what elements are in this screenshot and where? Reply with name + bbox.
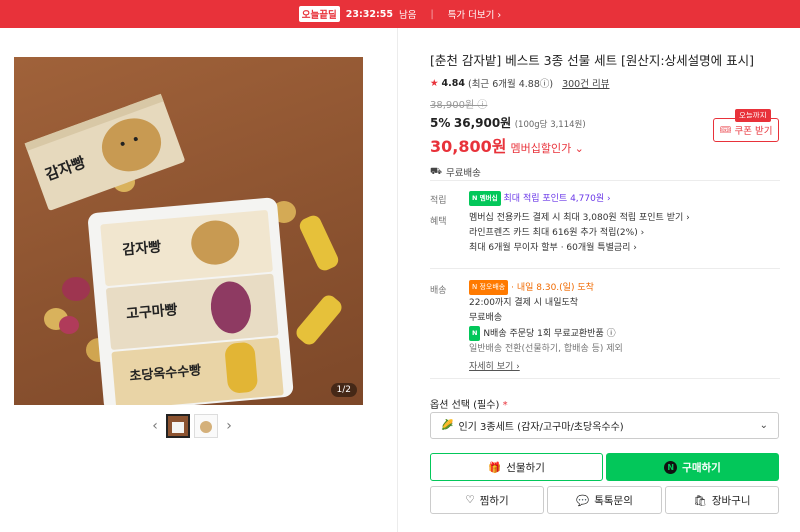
product-title: [춘천 감자밭] 베스트 3종 선물 세트 [원산지:상세설명에 표시] <box>430 53 754 68</box>
chevron-down-icon: ⌄ <box>759 420 768 431</box>
wishlist-label: 찜하기 <box>479 494 509 507</box>
chevron-right-icon[interactable]: › <box>222 418 236 434</box>
unit-price: (100g당 3,114원) <box>514 120 586 130</box>
discount-rate: 5% <box>430 116 451 130</box>
product-main-image[interactable]: 감자빵 감자빵 고구마빵 초당옥수수빵 1/2 <box>14 57 363 405</box>
gift-button[interactable]: 🎁 선물하기 <box>430 453 603 481</box>
talktalk-label: 톡톡문의 <box>594 494 633 507</box>
benefits-label: 혜택 <box>430 217 447 227</box>
delivery-label: 배송 <box>430 286 447 296</box>
truck-icon: ⛟ <box>430 166 442 177</box>
thumbnail-2-image <box>195 415 217 437</box>
thumbnail-2[interactable] <box>194 414 218 438</box>
section-divider <box>430 268 780 269</box>
deal-timer: 23:32:55 <box>345 8 393 20</box>
banner-separator: | <box>430 8 434 20</box>
member-price: 30,800원 <box>430 137 507 156</box>
option-select[interactable]: 🌽 인기 3종세트 (감자/고구마/초당옥수수) ⌄ <box>430 412 779 439</box>
thumbnail-strip: ‹ › <box>148 414 236 438</box>
chevron-left-icon[interactable]: ‹ <box>148 418 162 434</box>
member-price-label[interactable]: 멤버십할인가 ⌄ <box>510 140 583 156</box>
rating-recent: (최근 6개월 4.88ⓘ) <box>467 79 554 90</box>
section-divider <box>430 378 780 379</box>
ticket-icon: 🎟 <box>719 124 732 136</box>
buy-label: 구매하기 <box>682 461 721 474</box>
chat-icon: 💬 <box>576 494 590 507</box>
return-note: N배송 주문당 1회 무료교환반품 ⓘ <box>483 329 616 339</box>
noon-delivery-badge: N 정오배송 <box>469 280 509 295</box>
sale-price: 36,900원 <box>453 116 512 130</box>
gift-label: 선물하기 <box>506 461 545 474</box>
deal-label: 오늘끝딜 <box>298 6 340 22</box>
cart-label: 장바구니 <box>711 494 751 507</box>
arrival-date: · 내일 8.30.(일) 도착 <box>511 283 594 293</box>
thumbnail-1-image <box>168 416 188 436</box>
deal-more-link[interactable]: 특가 더보기 › <box>448 7 502 21</box>
npay-logo-icon: N <box>664 460 678 474</box>
benefits-list: 멤버십 전용카드 결제 시 최대 3,080원 적립 포인트 받기 › 라인프렌… <box>469 211 690 256</box>
box-label-potato: 감자빵 <box>122 238 162 258</box>
image-pager: 1/2 <box>330 383 357 397</box>
coupon-button[interactable]: 🎟 쿠폰 받기 <box>713 118 779 142</box>
column-divider <box>397 28 398 532</box>
delivery-cutoff: 22:00까지 결제 시 내일도착 <box>469 298 579 308</box>
review-link[interactable]: 300건 리뷰 <box>562 76 609 90</box>
option-selected-value: 인기 3종세트 (감자/고구마/초당옥수수) <box>458 422 624 433</box>
cart-icon: 🛍 <box>693 494 707 507</box>
free-shipping-text: 무료배송 <box>445 168 481 179</box>
rating-score: 4.84 <box>441 77 465 89</box>
gift-icon: 🎁 <box>488 461 502 474</box>
npay-membership-badge: N 멤버십 <box>469 191 501 206</box>
section-divider <box>430 180 780 181</box>
original-price: 38,900원 ⓘ <box>430 100 488 111</box>
talktalk-button[interactable]: 💬 톡톡문의 <box>547 486 662 514</box>
heart-icon: ♡ <box>465 494 475 506</box>
deal-timer-suffix: 남음 <box>399 10 417 21</box>
max-points-text: 최대 적립 포인트 4,770원 › <box>503 194 611 204</box>
points-label: 적립 <box>430 196 447 206</box>
benefit-item[interactable]: 라인프렌즈 카드 최대 616원 추가 적립(2%) › <box>469 226 690 241</box>
product-illustration: 감자빵 감자빵 고구마빵 초당옥수수빵 <box>24 93 342 405</box>
delivery-detail-link[interactable]: 자세히 보기 › <box>469 360 623 375</box>
rating-row: ★ 4.84 (최근 6개월 4.88ⓘ) 300건 리뷰 <box>430 76 780 91</box>
required-mark: * <box>502 400 508 411</box>
deal-banner[interactable]: 오늘끝딜 23:32:55 남음 | 특가 더보기 › <box>0 0 800 28</box>
option-label: 옵션 선택 (필수) * <box>430 396 508 411</box>
benefit-item[interactable]: 최대 6개월 무이자 할부 · 60개월 특별금리 › <box>469 241 690 256</box>
option-label-text: 옵션 선택 (필수) <box>430 400 500 411</box>
coupon-label: 쿠폰 받기 <box>734 126 773 137</box>
product-info: [춘천 감자밭] 베스트 3종 선물 세트 [원산지:상세설명에 표시] ★ 4… <box>430 52 780 179</box>
benefit-item[interactable]: 멤버십 전용카드 결제 시 최대 3,080원 적립 포인트 받기 › <box>469 211 690 226</box>
exclude-note: 일반배송 전환(선물하기, 합배송 등) 제외 <box>469 344 623 354</box>
free-shipping-row: ⛟ 무료배송 <box>430 165 780 179</box>
points-row[interactable]: N 멤버십 최대 적립 포인트 4,770원 › <box>469 191 611 207</box>
buy-button[interactable]: N 구매하기 <box>606 453 779 481</box>
corn-icon: 🌽 <box>441 420 454 431</box>
delivery-info: N 정오배송 · 내일 8.30.(일) 도착 22:00까지 결제 시 내일도… <box>469 280 623 375</box>
star-icon: ★ <box>430 77 439 89</box>
cart-button[interactable]: 🛍 장바구니 <box>665 486 779 514</box>
delivery-free: 무료배송 <box>469 313 503 323</box>
npay-icon: N <box>469 326 481 341</box>
thumbnail-1[interactable] <box>166 414 190 438</box>
wishlist-button[interactable]: ♡ 찜하기 <box>430 486 544 514</box>
